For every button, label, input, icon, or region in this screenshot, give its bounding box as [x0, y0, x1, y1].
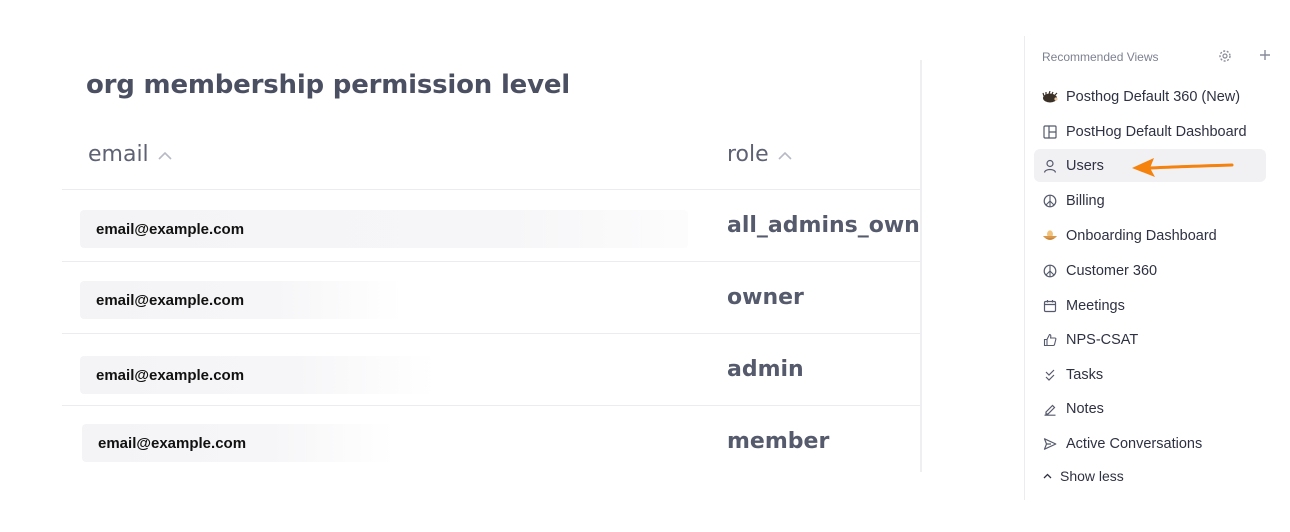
- peace-icon: [1042, 193, 1058, 209]
- sidebar-item-posthog-default-dashboard[interactable]: PostHog Default Dashboard: [1034, 115, 1266, 148]
- sidebar-item-label: Tasks: [1066, 366, 1104, 383]
- row-divider: [62, 189, 920, 190]
- nest-egg-emoji-icon: [1042, 228, 1058, 244]
- sidebar-header: Recommended Views: [1042, 48, 1274, 66]
- peace-icon: [1042, 263, 1058, 279]
- sidebar-item-label: Billing: [1066, 192, 1105, 209]
- sidebar-item-label: NPS-CSAT: [1066, 331, 1139, 348]
- sidebar-item-customer-360[interactable]: Customer 360: [1034, 254, 1266, 287]
- table-row-email[interactable]: email@example.com: [80, 356, 436, 394]
- sidebar-item-notes[interactable]: Notes: [1034, 392, 1266, 425]
- user-icon: [1042, 158, 1058, 174]
- row-divider: [62, 405, 920, 406]
- sidebar-item-label: Notes: [1066, 400, 1104, 417]
- column-header-email[interactable]: email: [88, 142, 173, 167]
- dashboard-layout-icon: [1042, 124, 1058, 140]
- table-row-email[interactable]: email@example.com: [82, 424, 394, 462]
- table-row-role: owner: [727, 285, 804, 310]
- sidebar-item-nps-csat[interactable]: NPS-CSAT: [1034, 323, 1266, 356]
- recommended-views-sidebar: Recommended Views Posthog Default 360 (N…: [1024, 36, 1290, 500]
- sidebar-item-active-conversations[interactable]: Active Conversations: [1034, 427, 1266, 460]
- sidebar-item-label: Posthog Default 360 (New): [1066, 88, 1241, 105]
- send-icon: [1042, 436, 1058, 452]
- chevron-up-icon: [1042, 473, 1052, 479]
- plus-icon[interactable]: [1258, 48, 1272, 67]
- column-header-role[interactable]: role: [727, 142, 793, 167]
- sidebar-item-label: Meetings: [1066, 297, 1125, 314]
- sidebar-item-label: Onboarding Dashboard: [1066, 227, 1217, 244]
- sidebar-item-label: PostHog Default Dashboard: [1066, 123, 1247, 140]
- double-check-icon: [1042, 367, 1058, 383]
- table-title: org membership permission level: [86, 70, 570, 100]
- sort-ascending-icon[interactable]: [157, 142, 173, 167]
- thumbs-up-icon: [1042, 332, 1058, 348]
- sidebar-title: Recommended Views: [1042, 50, 1159, 64]
- pen-icon: [1042, 401, 1058, 417]
- annotation-arrow-icon: [1130, 155, 1234, 183]
- sidebar-item-posthog-default-360[interactable]: Posthog Default 360 (New): [1034, 80, 1266, 113]
- show-less-toggle[interactable]: Show less: [1042, 468, 1124, 484]
- table-row-role: all_admins_owners: [727, 213, 922, 238]
- table-row-email[interactable]: email@example.com: [80, 210, 688, 248]
- row-divider: [62, 261, 920, 262]
- sidebar-item-billing[interactable]: Billing: [1034, 184, 1266, 217]
- membership-table-panel: org membership permission level email ro…: [0, 0, 922, 500]
- panel-divider: [920, 60, 922, 472]
- sidebar-item-label: Active Conversations: [1066, 435, 1203, 452]
- gear-icon[interactable]: [1218, 49, 1232, 68]
- table-row-role: admin: [727, 357, 804, 382]
- hedgehog-emoji-icon: [1042, 89, 1058, 105]
- show-less-label: Show less: [1060, 468, 1124, 484]
- sort-ascending-icon[interactable]: [777, 142, 793, 167]
- calendar-icon: [1042, 298, 1058, 314]
- table-row-email[interactable]: email@example.com: [80, 281, 402, 319]
- row-divider: [62, 333, 920, 334]
- column-header-label: email: [88, 142, 149, 167]
- column-header-label: role: [727, 142, 769, 167]
- sidebar-item-label: Users: [1066, 157, 1104, 174]
- sidebar-item-tasks[interactable]: Tasks: [1034, 358, 1266, 391]
- sidebar-item-meetings[interactable]: Meetings: [1034, 289, 1266, 322]
- sidebar-item-onboarding-dashboard[interactable]: Onboarding Dashboard: [1034, 219, 1266, 252]
- table-row-role: member: [727, 429, 830, 454]
- sidebar-item-label: Customer 360: [1066, 262, 1158, 279]
